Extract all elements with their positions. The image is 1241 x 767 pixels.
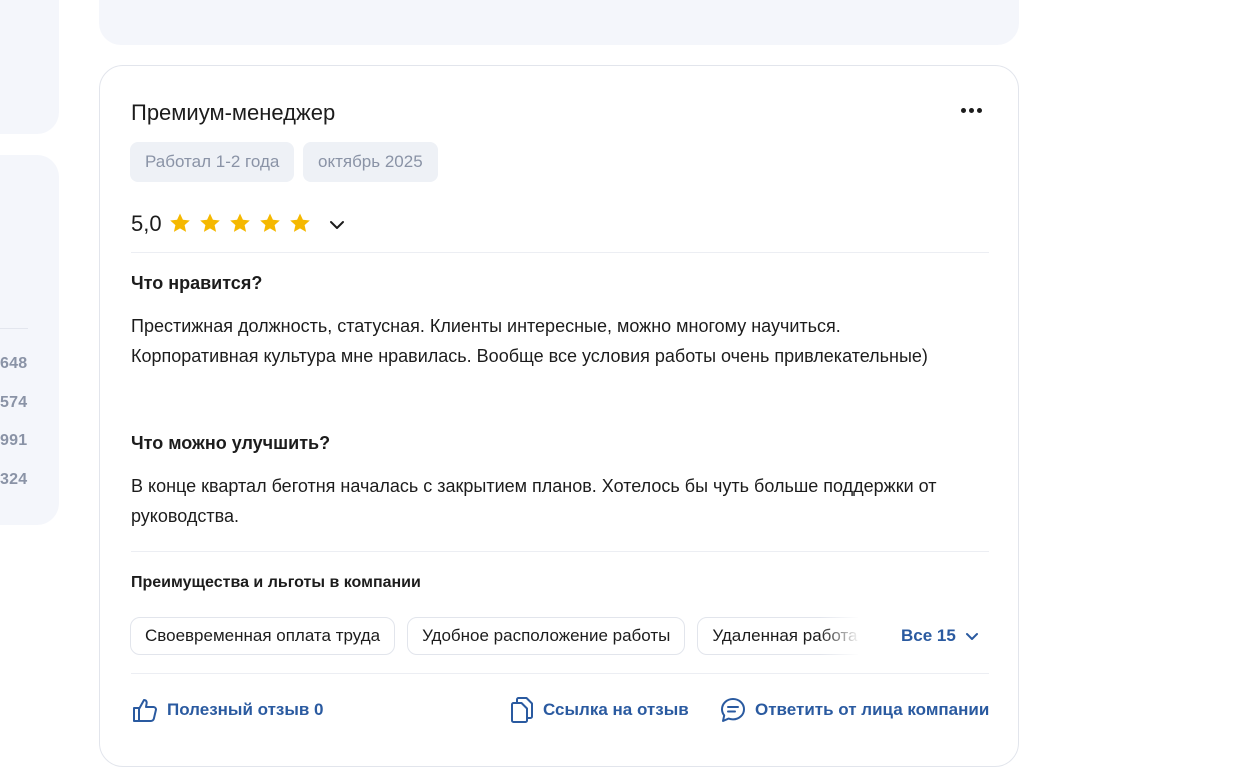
more-icon — [960, 107, 966, 113]
tag-experience: Работал 1-2 года — [130, 142, 295, 182]
improve-text: В конце квартал беготня началась с закры… — [131, 476, 937, 526]
left-stat-number: 648 — [0, 355, 28, 372]
star-icon — [170, 213, 190, 232]
tag-date: октябрь 2025 — [303, 142, 438, 182]
all-benefits-label: Все 15 — [901, 626, 956, 645]
benefits-fade — [820, 617, 870, 655]
divider — [131, 551, 989, 552]
chat-icon — [721, 698, 745, 722]
chevron-down-icon — [965, 633, 978, 640]
star-icon — [230, 213, 250, 232]
divider — [131, 673, 989, 674]
left-sidebar-card-bottom — [0, 155, 59, 525]
left-sidebar-card-top — [0, 0, 59, 134]
left-stat-number: 991 — [0, 432, 28, 449]
more-options-button[interactable] — [954, 96, 988, 124]
more-icon — [976, 107, 982, 113]
review-link-button[interactable]: Ссылка на отзыв — [509, 696, 689, 724]
divider — [131, 252, 989, 253]
reply-as-company-label: Ответить от лица компании — [755, 700, 990, 719]
more-icon — [968, 107, 974, 113]
star-icon — [260, 213, 280, 232]
left-stat-number: 324 — [0, 471, 28, 488]
all-benefits-button[interactable]: Все 15 — [901, 626, 980, 646]
benefit-chip[interactable]: Удобное расположение работы — [407, 617, 686, 655]
likes-title: Что нравится? — [131, 273, 263, 293]
reply-as-company-button[interactable]: Ответить от лица компании — [719, 696, 989, 724]
benefits-title: Преимущества и льготы в компании — [131, 574, 421, 591]
improve-title: Что можно улучшить? — [131, 433, 331, 453]
rating-value: 5,0 — [131, 211, 162, 236]
previous-card — [99, 0, 1019, 45]
chevron-down-icon — [330, 221, 344, 229]
rating-details-toggle[interactable] — [326, 214, 348, 236]
star-icon — [290, 213, 310, 232]
review-link-label: Ссылка на отзыв — [543, 700, 689, 719]
benefit-chip[interactable]: Своевременная оплата труда — [130, 617, 396, 655]
left-divider — [0, 328, 28, 329]
helpful-review-label: Полезный отзыв 0 — [167, 700, 324, 719]
review-title: Премиум-менеджер — [131, 100, 336, 125]
copy-link-icon — [511, 697, 533, 723]
star-icon — [200, 213, 220, 232]
helpful-review-button[interactable]: Полезный отзыв 0 — [131, 696, 324, 724]
likes-text: Престижная должность, статусная. Клиенты… — [131, 316, 928, 366]
rating-stars — [168, 211, 312, 235]
left-stat-number: 574 — [0, 394, 28, 411]
benefits-list: Своевременная оплата труда Удобное распо… — [130, 617, 858, 655]
thumbs-up-icon — [133, 699, 157, 722]
